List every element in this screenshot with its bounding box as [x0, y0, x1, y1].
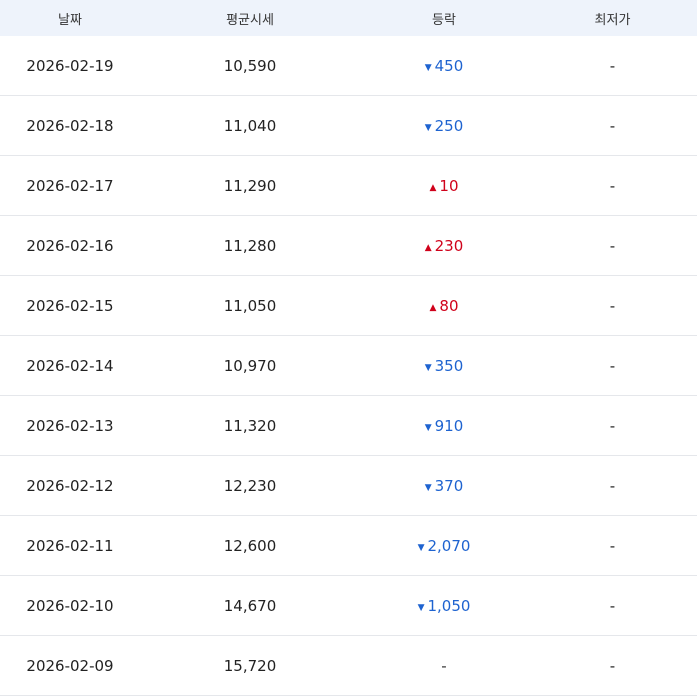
- row-change: ▼ 370: [360, 477, 528, 495]
- row-lowest: -: [609, 536, 616, 555]
- row-lowest: -: [609, 596, 616, 615]
- row-date: 2026-02-13: [26, 416, 114, 435]
- change-value-wrap: ▲ 10: [429, 177, 458, 195]
- row-lowest: -: [609, 656, 616, 675]
- table-row: 2026-02-16 11,280 ▲ 230 -: [0, 216, 697, 276]
- row-avg-price: 14,670: [223, 596, 277, 615]
- row-date: 2026-02-12: [26, 476, 114, 495]
- row-change: -: [360, 657, 528, 675]
- row-avg-price: 10,970: [223, 356, 277, 375]
- change-value: 250: [434, 116, 464, 135]
- row-change: ▼ 350: [360, 357, 528, 375]
- row-change: ▲ 10: [360, 177, 528, 195]
- row-change: ▲ 80: [360, 297, 528, 315]
- table-row: 2026-02-13 11,320 ▼ 910 -: [0, 396, 697, 456]
- row-date: 2026-02-09: [26, 656, 114, 675]
- row-lowest: -: [609, 116, 616, 135]
- row-avg-price: 11,280: [223, 236, 277, 255]
- arrow-down-icon: ▼: [424, 122, 432, 133]
- table-row: 2026-02-11 12,600 ▼ 2,070 -: [0, 516, 697, 576]
- row-change: ▼ 250: [360, 117, 528, 135]
- row-lowest: -: [609, 416, 616, 435]
- change-value-wrap: ▼ 2,070: [418, 537, 471, 555]
- row-date: 2026-02-19: [26, 56, 114, 75]
- change-value-wrap: ▼ 250: [425, 117, 464, 135]
- change-value: 230: [434, 236, 464, 255]
- change-value: 370: [434, 476, 464, 495]
- change-value: 2,070: [427, 536, 471, 555]
- change-value: 80: [439, 296, 459, 315]
- change-value: 450: [434, 56, 464, 75]
- change-value: 910: [434, 416, 464, 435]
- header-lowest[interactable]: 최저가: [528, 9, 697, 28]
- row-date: 2026-02-18: [26, 116, 114, 135]
- header-date[interactable]: 날짜: [0, 9, 140, 28]
- row-lowest: -: [609, 476, 616, 495]
- arrow-down-icon: ▼: [417, 542, 425, 553]
- change-value: 350: [434, 356, 464, 375]
- row-avg-price: 15,720: [223, 656, 277, 675]
- arrow-down-icon: ▼: [424, 422, 432, 433]
- row-avg-price: 12,600: [223, 536, 277, 555]
- header-avg-price[interactable]: 평균시세: [140, 9, 360, 28]
- change-value: 10: [439, 176, 459, 195]
- table-row: 2026-02-17 11,290 ▲ 10 -: [0, 156, 697, 216]
- row-change: ▼ 1,050: [360, 597, 528, 615]
- arrow-down-icon: ▼: [424, 482, 432, 493]
- row-date: 2026-02-10: [26, 596, 114, 615]
- change-value: -: [441, 656, 447, 675]
- change-value-wrap: -: [441, 657, 446, 675]
- change-value-wrap: ▼ 350: [425, 357, 464, 375]
- table-row: 2026-02-19 10,590 ▼ 450 -: [0, 36, 697, 96]
- row-avg-price: 11,290: [223, 176, 277, 195]
- row-avg-price: 10,590: [223, 56, 277, 75]
- table-row: 2026-02-14 10,970 ▼ 350 -: [0, 336, 697, 396]
- arrow-down-icon: ▼: [417, 602, 425, 613]
- arrow-up-icon: ▲: [429, 302, 437, 313]
- change-value-wrap: ▼ 910: [425, 417, 464, 435]
- row-change: ▼ 450: [360, 57, 528, 75]
- change-value-wrap: ▼ 450: [425, 57, 464, 75]
- row-lowest: -: [609, 176, 616, 195]
- row-avg-price: 11,040: [223, 116, 277, 135]
- row-date: 2026-02-15: [26, 296, 114, 315]
- change-value: 1,050: [427, 596, 471, 615]
- row-avg-price: 11,050: [223, 296, 277, 315]
- row-avg-price: 11,320: [223, 416, 277, 435]
- row-date: 2026-02-14: [26, 356, 114, 375]
- table-row: 2026-02-15 11,050 ▲ 80 -: [0, 276, 697, 336]
- change-value-wrap: ▼ 370: [425, 477, 464, 495]
- arrow-down-icon: ▼: [424, 362, 432, 373]
- arrow-up-icon: ▲: [424, 242, 432, 253]
- price-history-table: 날짜 평균시세 등락 최저가 2026-02-19 10,590 ▼ 450 - …: [0, 0, 697, 696]
- table-row: 2026-02-09 15,720 - -: [0, 636, 697, 696]
- table-row: 2026-02-18 11,040 ▼ 250 -: [0, 96, 697, 156]
- row-date: 2026-02-11: [26, 536, 114, 555]
- row-avg-price: 12,230: [223, 476, 277, 495]
- table-row: 2026-02-12 12,230 ▼ 370 -: [0, 456, 697, 516]
- row-lowest: -: [609, 236, 616, 255]
- table-body: 2026-02-19 10,590 ▼ 450 - 2026-02-18 11,0…: [0, 36, 697, 696]
- change-value-wrap: ▲ 80: [429, 297, 458, 315]
- table-row: 2026-02-10 14,670 ▼ 1,050 -: [0, 576, 697, 636]
- row-date: 2026-02-16: [26, 236, 114, 255]
- change-value-wrap: ▲ 230: [425, 237, 464, 255]
- header-change[interactable]: 등락: [360, 9, 528, 28]
- arrow-down-icon: ▼: [424, 62, 432, 73]
- row-change: ▼ 910: [360, 417, 528, 435]
- arrow-up-icon: ▲: [429, 182, 437, 193]
- row-date: 2026-02-17: [26, 176, 114, 195]
- table-header: 날짜 평균시세 등락 최저가: [0, 0, 697, 36]
- row-change: ▼ 2,070: [360, 537, 528, 555]
- change-value-wrap: ▼ 1,050: [418, 597, 471, 615]
- row-change: ▲ 230: [360, 237, 528, 255]
- row-lowest: -: [609, 56, 616, 75]
- row-lowest: -: [609, 356, 616, 375]
- row-lowest: -: [609, 296, 616, 315]
